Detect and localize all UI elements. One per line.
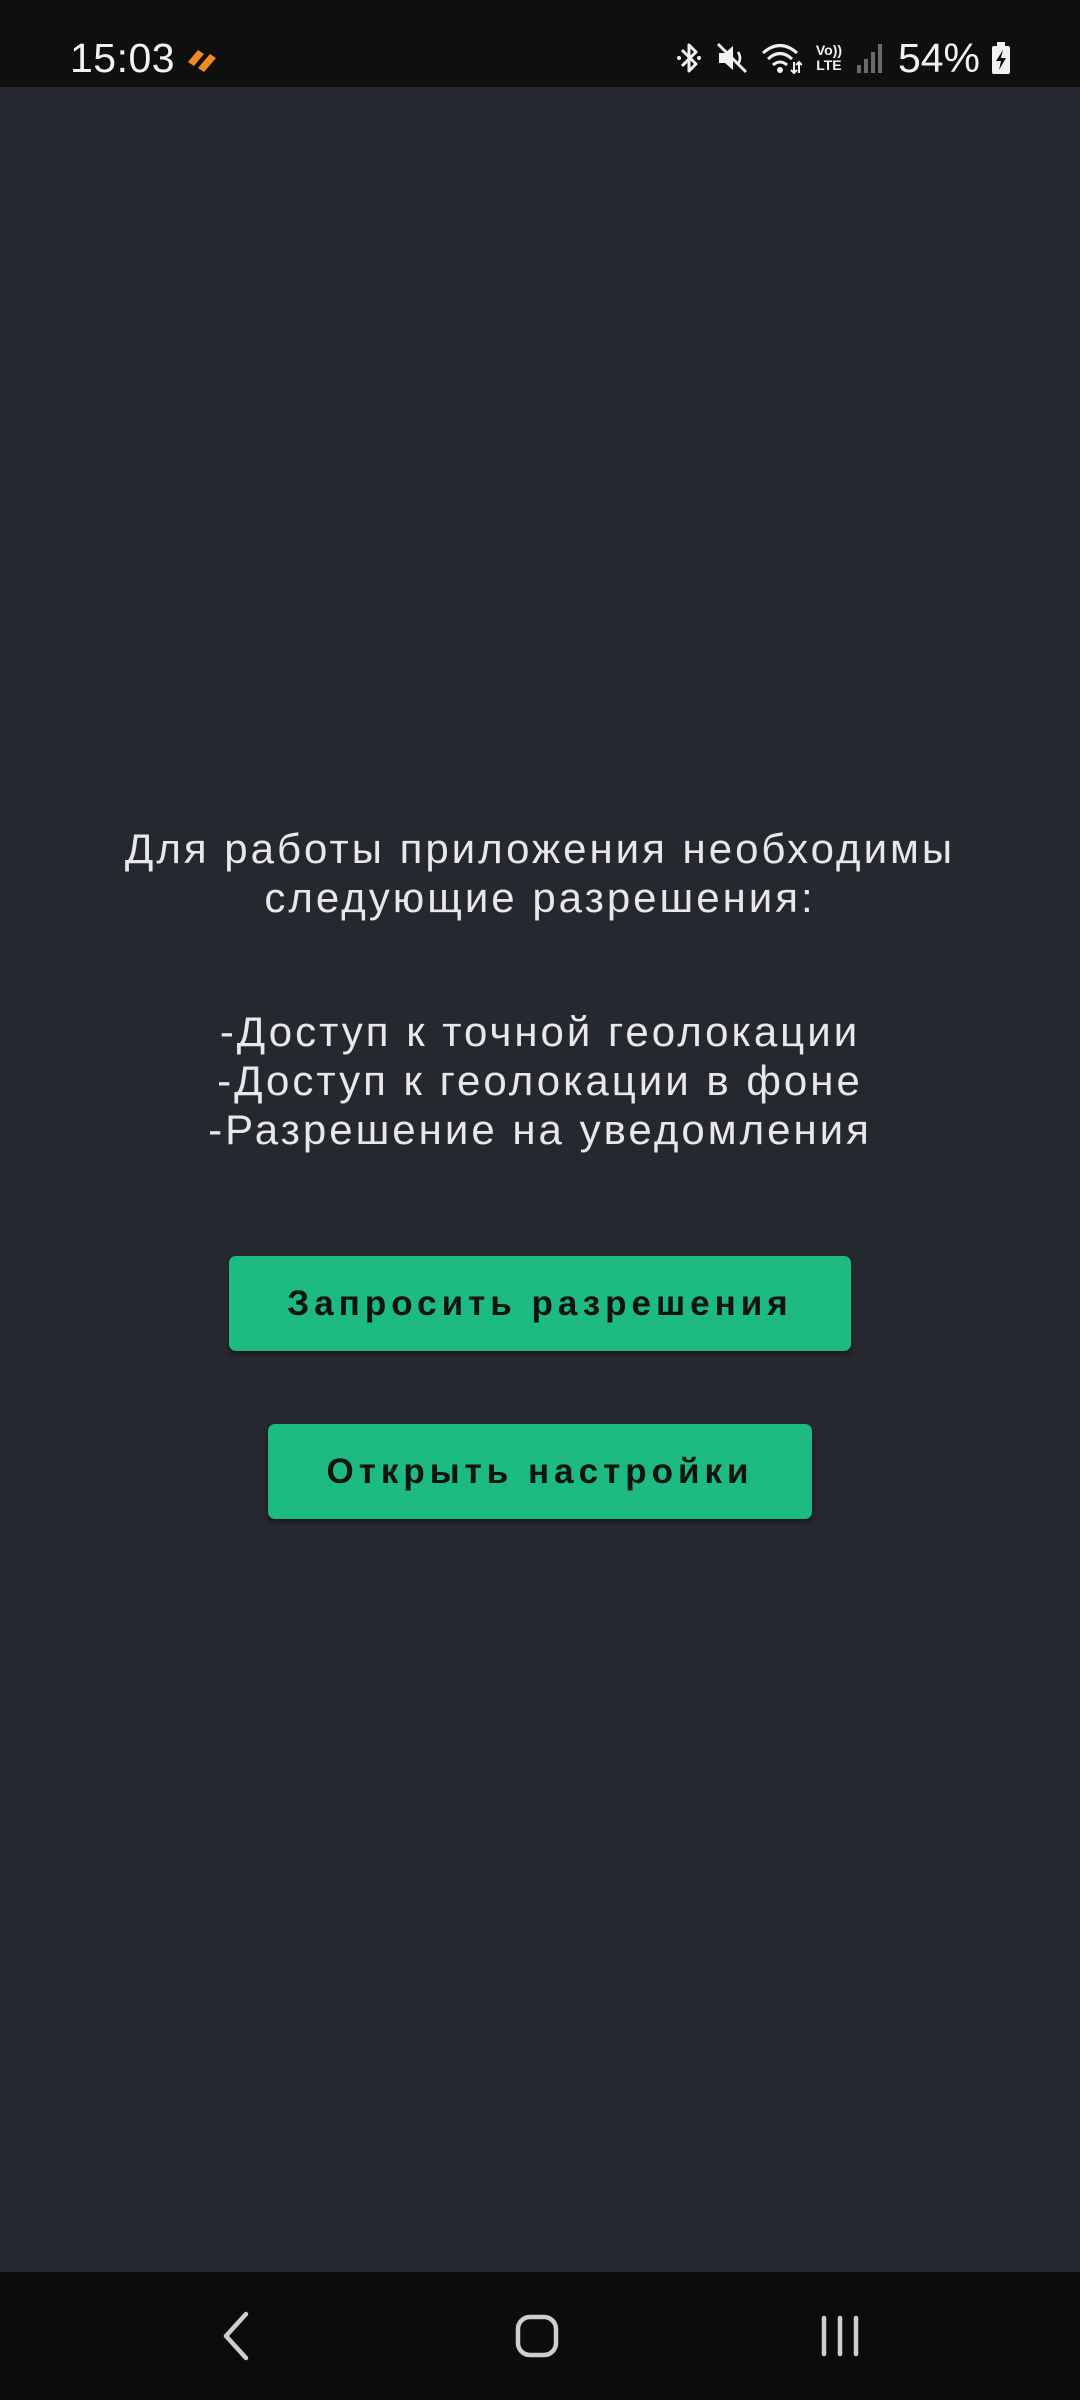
- permission-background-location: -Доступ к геолокации в фоне: [217, 1057, 863, 1104]
- mute-icon: [716, 42, 747, 74]
- recents-icon: [821, 2315, 859, 2357]
- back-button[interactable]: [196, 2296, 276, 2376]
- lte-label: LTE: [816, 57, 842, 73]
- intro-line-1: Для работы приложения необходимы: [124, 825, 956, 872]
- battery-charging-icon: [992, 42, 1010, 74]
- volte-lte-icon: Vo)) LTE: [812, 43, 846, 73]
- volte-label: Vo)): [815, 42, 843, 58]
- navigation-bar: [0, 2272, 1080, 2400]
- open-settings-button[interactable]: Открыть настройки: [268, 1424, 812, 1519]
- home-icon: [515, 2314, 559, 2358]
- permission-notifications: -Разрешение на уведомления: [208, 1106, 872, 1153]
- screen: 15:03 Vo)) LTE 54% Для работы приложения…: [0, 0, 1080, 2400]
- wifi-icon: [761, 44, 802, 75]
- request-permissions-button[interactable]: Запросить разрешения: [229, 1256, 851, 1351]
- status-bar: 15:03 Vo)) LTE 54%: [0, 0, 1080, 87]
- home-button[interactable]: [497, 2296, 577, 2376]
- bluetooth-icon: [676, 43, 701, 73]
- intro-line-2: следующие разрешения:: [264, 874, 816, 921]
- permission-precise-location: -Доступ к точной геолокации: [219, 1008, 861, 1055]
- intro-text: Для работы приложения необходимы следующ…: [40, 824, 1040, 922]
- permissions-list: -Доступ к точной геолокации -Доступ к ге…: [40, 1007, 1040, 1154]
- signal-icon: [856, 44, 882, 73]
- permissions-screen: Для работы приложения необходимы следующ…: [0, 87, 1080, 2272]
- open-settings-label: Открыть настройки: [326, 1451, 754, 1491]
- request-permissions-label: Запросить разрешения: [287, 1283, 793, 1323]
- battery-percent: 54%: [897, 35, 980, 81]
- status-time: 15:03: [70, 35, 176, 81]
- recents-button[interactable]: [800, 2296, 880, 2376]
- orange-app-icon: [188, 50, 216, 72]
- back-icon: [223, 2311, 249, 2361]
- status-icons: Vo)) LTE 54%: [674, 34, 1012, 82]
